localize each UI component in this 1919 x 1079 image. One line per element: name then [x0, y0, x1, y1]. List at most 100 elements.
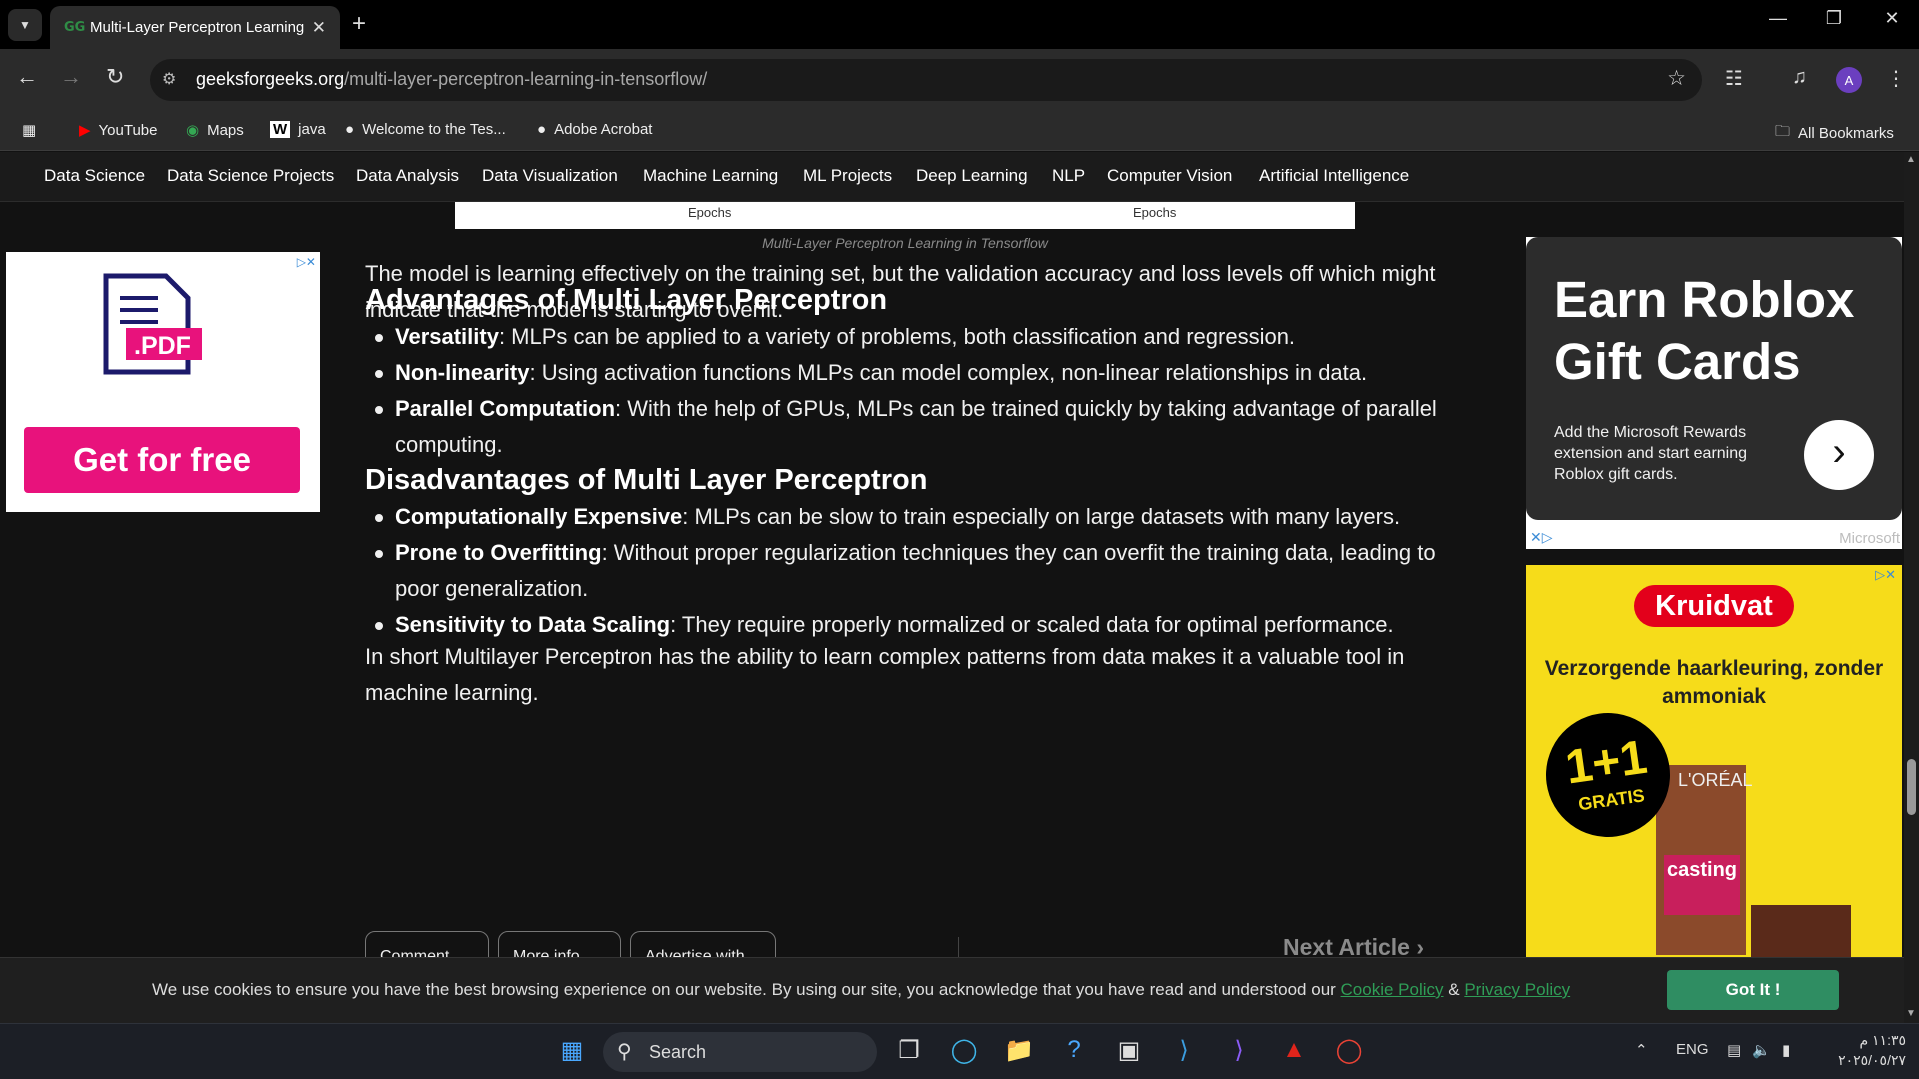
- forward-button[interactable]: →: [60, 64, 82, 90]
- adchoices-icon[interactable]: ▷✕: [1875, 567, 1896, 583]
- close-window-button[interactable]: ✕: [1872, 8, 1912, 29]
- nav-item-data-analysis[interactable]: Data Analysis: [356, 166, 459, 186]
- list-item: Non-linearity: Using activation function…: [365, 355, 1465, 391]
- chevron-down-icon: ▼: [19, 18, 31, 32]
- nav-item-computer-vision[interactable]: Computer Vision: [1107, 166, 1232, 186]
- minimize-button[interactable]: —: [1758, 8, 1798, 29]
- adchoices-icon[interactable]: ▷✕: [297, 255, 316, 269]
- network-icon[interactable]: ▤: [1727, 1041, 1741, 1059]
- restore-button[interactable]: ❐: [1814, 8, 1854, 29]
- bookmark-youtube[interactable]: ▶ YouTube: [79, 121, 158, 140]
- site-info-icon[interactable]: ⚙: [162, 69, 176, 89]
- accept-cookies-button[interactable]: Got It !: [1667, 970, 1839, 1010]
- profile-avatar[interactable]: A: [1836, 67, 1862, 93]
- close-tab-icon[interactable]: ✕: [312, 18, 326, 38]
- media-controls-icon[interactable]: ♫: [1792, 66, 1807, 89]
- scroll-up-icon[interactable]: ▲: [1906, 154, 1916, 165]
- nav-item-data-visualization[interactable]: Data Visualization: [482, 166, 618, 186]
- system-clock[interactable]: ١١:٣٥ م ٢٠٢٥/٠٥/٢٧: [1826, 1030, 1906, 1070]
- tab-strip: ▼ GG Multi-Layer Perceptron Learning ✕ +…: [0, 0, 1919, 49]
- list-item-term: Sensitivity to Data Scaling: [395, 612, 671, 637]
- language-indicator[interactable]: ENG: [1676, 1041, 1709, 1058]
- clock-time: ١١:٣٥ م: [1859, 1032, 1906, 1048]
- nav-item-data-science-projects[interactable]: Data Science Projects: [167, 166, 334, 186]
- next-article-link[interactable]: Next Article ›: [1283, 934, 1424, 957]
- all-bookmarks[interactable]: 🗀 All Bookmarks: [1775, 121, 1894, 146]
- left-ad[interactable]: ▷✕ .PDF Get for free: [6, 252, 320, 512]
- adchoices-icon[interactable]: ✕▷: [1530, 529, 1553, 546]
- visual-studio-icon[interactable]: ⟩: [1219, 1036, 1259, 1065]
- folder-icon: 🗀: [1775, 123, 1791, 140]
- training-plot-image: Epochs Epochs: [455, 202, 1355, 229]
- divider: [958, 937, 959, 957]
- chrome-icon[interactable]: ◯: [1329, 1036, 1369, 1065]
- next-article-label: Next Article: [1283, 934, 1410, 957]
- bookmark-adobe[interactable]: ● Adobe Acrobat: [537, 121, 652, 138]
- cookie-policy-link[interactable]: Cookie Policy: [1341, 980, 1444, 999]
- advertise-label: Advertise with us: [645, 948, 745, 957]
- nav-item-machine-learning[interactable]: Machine Learning: [643, 166, 778, 186]
- apps-grid-icon[interactable]: ▦: [22, 121, 36, 139]
- more-info-button[interactable]: More info: [498, 931, 621, 957]
- edge-icon[interactable]: ◯: [944, 1036, 984, 1065]
- ad-sponsor: Microsoft: [1839, 530, 1900, 547]
- back-button[interactable]: ←: [16, 64, 38, 90]
- wikipedia-icon: W: [270, 121, 291, 138]
- address-bar[interactable]: ⚙ geeksforgeeks.org/multi-layer-perceptr…: [150, 59, 1702, 101]
- list-item: Sensitivity to Data Scaling: They requir…: [365, 607, 1465, 643]
- task-view-icon[interactable]: ❐: [889, 1036, 929, 1065]
- reload-button[interactable]: ↻: [106, 64, 124, 90]
- active-tab[interactable]: GG Multi-Layer Perceptron Learning ✕: [50, 6, 340, 49]
- nav-item-ml-projects[interactable]: ML Projects: [803, 166, 892, 186]
- bookmark-maps[interactable]: ◉ Maps: [186, 121, 244, 140]
- file-explorer-icon[interactable]: 📁: [999, 1036, 1039, 1065]
- bookmark-java[interactable]: Wjava: [270, 121, 326, 138]
- plot-axis-label-right: Epochs: [1133, 205, 1177, 220]
- volume-icon[interactable]: 🔈: [1752, 1041, 1771, 1059]
- nav-item-artificial-intelligence[interactable]: Artificial Intelligence: [1259, 166, 1409, 186]
- roblox-ad[interactable]: Earn Roblox Gift Cards Add the Microsoft…: [1526, 237, 1902, 549]
- scrollbar-thumb[interactable]: [1907, 759, 1916, 815]
- ad-subtext: Add the Microsoft Rewards extension and …: [1554, 424, 1748, 483]
- advertise-button[interactable]: Advertise with us: [630, 931, 776, 957]
- help-icon[interactable]: ?: [1054, 1036, 1094, 1064]
- bookmark-label: Adobe Acrobat: [554, 121, 653, 138]
- pdf-label: .PDF: [134, 332, 191, 360]
- chevron-up-icon[interactable]: ⌃: [1635, 1041, 1648, 1059]
- list-item: Versatility: MLPs can be applied to a va…: [365, 319, 1465, 355]
- nav-item-data-science[interactable]: Data Science: [44, 166, 145, 186]
- privacy-policy-link[interactable]: Privacy Policy: [1464, 980, 1570, 999]
- url-path: /multi-layer-perceptron-learning-in-tens…: [344, 69, 708, 89]
- battery-icon[interactable]: ▮: [1782, 1041, 1790, 1059]
- globe-icon: ●: [537, 121, 547, 138]
- nav-item-deep-learning[interactable]: Deep Learning: [916, 166, 1028, 186]
- ad-headline: Earn Roblox Gift Cards: [1554, 271, 1855, 390]
- tab-search-button[interactable]: ▼: [8, 9, 42, 41]
- list-item-term: Versatility: [395, 324, 499, 349]
- url-text[interactable]: geeksforgeeks.org/multi-layer-perceptron…: [196, 69, 707, 90]
- list-item-text: : MLPs can be applied to a variety of pr…: [498, 324, 1296, 349]
- extensions-icon[interactable]: ☷: [1725, 66, 1743, 91]
- comment-button[interactable]: Comment: [365, 931, 489, 957]
- vscode-icon[interactable]: ⟩: [1164, 1036, 1204, 1065]
- bookmark-star-icon[interactable]: ☆: [1667, 66, 1686, 91]
- windows-taskbar: ▦ ⚲ Search ❐ ◯ 📁 ? ▣ ⟩ ⟩ ▲ ◯ ⌃ ENG ▤ 🔈 ▮…: [0, 1023, 1919, 1079]
- chevron-right-icon[interactable]: ›: [1804, 420, 1874, 490]
- scroll-down-icon[interactable]: ▼: [1906, 1008, 1916, 1019]
- new-tab-button[interactable]: +: [352, 10, 366, 38]
- store-icon[interactable]: ▣: [1109, 1036, 1149, 1065]
- ad-card: Earn Roblox Gift Cards Add the Microsoft…: [1526, 237, 1902, 520]
- acrobat-icon[interactable]: ▲: [1274, 1036, 1314, 1064]
- bookmark-welcome[interactable]: ● Welcome to the Tes...: [345, 121, 506, 138]
- vertical-scrollbar[interactable]: ▲ ▼: [1904, 152, 1919, 1023]
- more-menu-icon[interactable]: ⋮: [1886, 66, 1906, 91]
- cookie-banner: We use cookies to ensure you have the be…: [0, 957, 1904, 1023]
- cookie-message: We use cookies to ensure you have the be…: [152, 980, 1570, 1000]
- nav-item-nlp[interactable]: NLP: [1052, 166, 1085, 186]
- loreal-logo: L'ORÉAL: [1678, 770, 1753, 790]
- windows-start-icon[interactable]: ▦: [552, 1036, 592, 1065]
- kruidvat-ad[interactable]: ▷✕ Kruidvat Verzorgende haarkleuring, zo…: [1526, 565, 1902, 957]
- taskbar-search[interactable]: ⚲ Search: [603, 1032, 877, 1072]
- list-item: Computationally Expensive: MLPs can be s…: [365, 499, 1465, 535]
- get-for-free-button[interactable]: Get for free: [24, 427, 300, 493]
